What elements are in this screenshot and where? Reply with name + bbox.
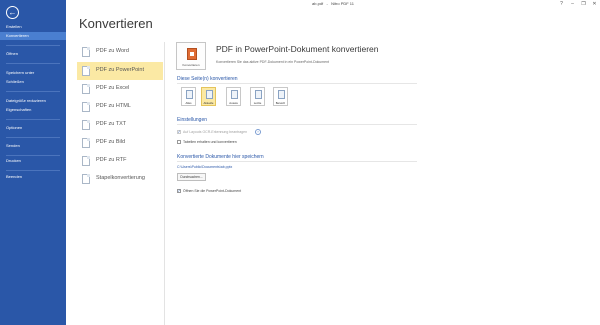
page-option-label: Auswa [229,101,238,105]
sidebar-divider [6,137,60,138]
open-after-label: Öffnen Sie die PowerPoint-Dokument [183,188,242,193]
nav-batch-conversion[interactable]: Stapelkonvertierung [77,170,163,188]
sidebar-divider [6,119,60,120]
tables-checkbox[interactable] [177,140,181,144]
help-icon[interactable]: ? [255,129,261,135]
page-option-label: Letzte [253,101,262,105]
convert-button-label: Konvertieren [182,63,200,67]
sidebar-item-konvertieren[interactable]: Konvertieren [0,32,66,40]
nav-pdf-to-excel[interactable]: PDF zu Excel [77,80,163,98]
sidebar-item-eigenschaften[interactable]: Eigenschaften [0,106,66,114]
pages-icon [186,90,193,99]
page-option-label: Aktuelle [203,101,214,105]
close-icon[interactable]: ✕ [590,1,599,7]
page-icon [206,90,213,99]
document-icon [82,120,90,130]
document-icon [82,84,90,94]
nav-label: PDF zu Word [96,48,129,54]
document-icon [82,138,90,148]
sidebar-item-erstellen[interactable]: Erstellen [0,23,66,31]
document-filename: ab.pdf [312,1,324,6]
page-option-letzte[interactable]: Letzte [250,87,265,106]
last-page-icon [255,90,262,99]
window-title: ab.pdf - Nitro PDF 11 [312,1,354,6]
sidebar-item-dateigroesse[interactable]: Dateigröße reduzieren [0,97,66,105]
section-divider [177,124,417,125]
page-title: Konvertieren [79,16,153,31]
pages-heading: Diese Seite(n) konvertieren [177,76,238,82]
tables-label: Tabellen erhalten und konvertieren [183,139,237,144]
pane-divider [164,42,165,325]
page-option-label: Alles [185,101,192,105]
sidebar-divider [6,91,60,92]
pane-title: PDF in PowerPoint-Dokument konvertieren [216,44,379,54]
app-name: Nitro PDF 11 [331,1,354,6]
open-after-checkbox[interactable] [177,188,181,193]
page-option-bereich[interactable]: Bereich [273,87,288,106]
back-arrow-icon: ← [8,8,17,17]
nav-label: PDF zu Bild [96,139,126,145]
nav-label: PDF zu HTML [96,103,131,109]
ocr-checkbox[interactable] [177,129,181,134]
nav-pdf-to-word[interactable]: PDF zu Word [77,43,163,61]
document-icon [82,47,90,57]
page-option-alles[interactable]: Alles [181,87,196,106]
nav-label: Stapelkonvertierung [96,175,145,181]
nav-pdf-to-txt[interactable]: PDF zu TXT [77,116,163,134]
document-icon [82,156,90,166]
nav-pdf-to-rtf[interactable]: PDF zu RTF [77,152,163,170]
sidebar-divider [6,170,60,171]
sidebar-item-senden[interactable]: Senden [0,142,66,150]
document-icon [82,102,90,112]
page-option-auswahl[interactable]: Auswa [226,87,241,106]
nav-label: PDF zu RTF [96,157,127,163]
document-icon [82,66,90,76]
browse-button[interactable]: Durchsuchen... [177,173,206,181]
title-bar: ab.pdf - Nitro PDF 11 ? – ❐ ✕ [66,0,600,10]
sidebar-divider [6,155,60,156]
nav-label: PDF zu PowerPoint [96,67,144,73]
nav-pdf-to-powerpoint[interactable]: PDF zu PowerPoint [77,62,163,80]
minimize-icon[interactable]: – [568,1,577,7]
section-divider [177,83,417,84]
sidebar-divider [6,45,60,46]
settings-heading: Einstellungen [177,117,208,123]
sidebar-item-schliessen[interactable]: Schließen [0,78,66,86]
backstage-sidebar: ← Erstellen Konvertieren Öffnen Speicher… [0,0,66,325]
sidebar-item-optionen[interactable]: Optionen [0,124,66,132]
maximize-icon[interactable]: ❐ [579,1,588,7]
save-heading: Konvertierte Dokumente hier speichern [177,154,264,160]
pane-description: Konvertieren Sie das aktive PDF-Dokument… [216,60,330,64]
sidebar-item-oeffnen[interactable]: Öffnen [0,50,66,58]
section-divider [177,161,417,162]
save-path-link[interactable]: C:\Users\Public\Documents\ab.pptx [177,165,232,169]
convert-button[interactable]: Konvertieren [176,42,206,70]
sidebar-divider [6,63,60,64]
sidebar-item-beenden[interactable]: Beenden [0,173,66,181]
nav-label: PDF zu Excel [96,85,130,91]
back-button[interactable]: ← [6,6,19,19]
document-stack-icon [82,174,90,184]
sidebar-item-speichern-unter[interactable]: Speichern unter [0,69,66,77]
ocr-label: Auf Layouts OCR-Erkennung beantragen [183,129,248,134]
page-option-label: Bereich [275,101,286,105]
selection-icon [231,90,238,99]
nav-pdf-to-html[interactable]: PDF zu HTML [77,98,163,116]
page-option-aktuelle[interactable]: Aktuelle [201,87,216,106]
range-icon [278,90,285,99]
sidebar-item-drucken[interactable]: Drucken [0,157,66,165]
nav-pdf-to-bild[interactable]: PDF zu Bild [77,134,163,152]
help-icon[interactable]: ? [557,1,566,7]
powerpoint-icon [187,48,197,60]
nav-label: PDF zu TXT [96,121,127,127]
